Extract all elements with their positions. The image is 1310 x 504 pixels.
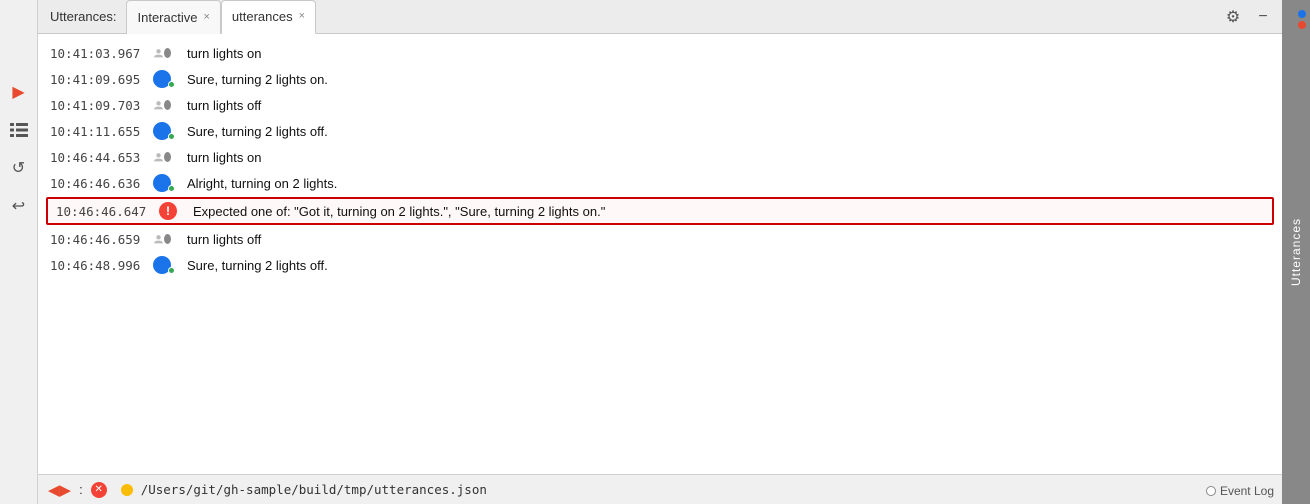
status-dot xyxy=(121,484,133,496)
list-row: 10:41:03.967 turn lights on xyxy=(38,40,1282,66)
message: Alright, turning on 2 lights. xyxy=(187,176,1270,191)
main-area: Utterances: Interactive × utterances × ⚙… xyxy=(38,0,1282,504)
avatar-area: ! xyxy=(159,202,185,220)
tab-interactive-label: Interactive xyxy=(137,10,197,25)
status-colon: : xyxy=(79,482,83,497)
timestamp: 10:41:09.703 xyxy=(50,98,145,113)
message: turn lights on xyxy=(187,46,1270,61)
refresh-icon[interactable]: ↺ xyxy=(7,156,31,180)
left-sidebar: ▶ ↺ ↩ xyxy=(0,0,38,504)
avatar-area xyxy=(153,96,179,114)
settings-icon[interactable]: ⚙ xyxy=(1222,6,1244,28)
list-row: 10:46:48.996 Sure, turning 2 lights off. xyxy=(38,252,1282,278)
avatar-area xyxy=(153,174,179,192)
message: Sure, turning 2 lights off. xyxy=(187,258,1270,273)
avatar-bot xyxy=(153,256,175,274)
avatar xyxy=(153,148,171,166)
avatar-area xyxy=(153,230,179,248)
avatar-area xyxy=(153,44,179,62)
event-log-circle xyxy=(1206,486,1216,496)
status-play-icon: ◀▶ xyxy=(48,481,71,499)
event-log-label: Event Log xyxy=(1220,484,1274,498)
list-row: 10:46:44.653 turn lights on xyxy=(38,144,1282,170)
message: turn lights off xyxy=(187,232,1270,247)
timestamp: 10:41:09.695 xyxy=(50,72,145,87)
tab-bar: Utterances: Interactive × utterances × ⚙… xyxy=(38,0,1282,34)
avatar xyxy=(153,44,171,62)
avatar-area xyxy=(153,70,179,88)
list-row: 10:46:46.659 turn lights off xyxy=(38,226,1282,252)
right-sidebar-label: Utterances xyxy=(1289,218,1303,286)
status-bar: ◀▶ : /Users/git/gh-sample/build/tmp/utte… xyxy=(38,474,1282,504)
message: Sure, turning 2 lights on. xyxy=(187,72,1270,87)
tab-interactive[interactable]: Interactive × xyxy=(126,0,220,34)
tab-utterances-close[interactable]: × xyxy=(299,11,305,22)
list-row: 10:41:09.695 Sure, turning 2 lights on. xyxy=(38,66,1282,92)
avatar-area xyxy=(153,256,179,274)
tab-utterances[interactable]: utterances × xyxy=(221,0,316,34)
avatar-area xyxy=(153,122,179,140)
undo-icon[interactable]: ↩ xyxy=(7,194,31,218)
message: turn lights on xyxy=(187,150,1270,165)
tab-bar-actions: ⚙ − xyxy=(1222,6,1282,28)
status-error-icon xyxy=(91,482,107,498)
avatar-bot xyxy=(153,122,175,140)
right-sidebar-dots xyxy=(1298,10,1306,29)
avatar xyxy=(153,96,171,114)
timestamp: 10:46:48.996 xyxy=(50,258,145,273)
content-list: 10:41:03.967 turn lights on 10:41:09.695 S… xyxy=(38,34,1282,474)
tab-interactive-close[interactable]: × xyxy=(203,12,209,23)
message: Expected one of: "Got it, turning on 2 l… xyxy=(193,204,1264,219)
avatar-bot xyxy=(153,174,175,192)
list-icon[interactable] xyxy=(7,118,31,142)
play-icon[interactable]: ▶ xyxy=(7,80,31,104)
list-row: 10:46:46.636 Alright, turning on 2 lights… xyxy=(38,170,1282,196)
event-log-area[interactable]: Event Log xyxy=(1206,484,1274,498)
timestamp: 10:46:46.659 xyxy=(50,232,145,247)
avatar xyxy=(153,230,171,248)
right-sidebar: Utterances xyxy=(1282,0,1310,504)
timestamp: 10:46:46.636 xyxy=(50,176,145,191)
dot-blue xyxy=(1298,10,1306,18)
dot-red xyxy=(1298,21,1306,29)
message: turn lights off xyxy=(187,98,1270,113)
avatar-area xyxy=(153,148,179,166)
minimize-icon[interactable]: − xyxy=(1252,6,1274,28)
message: Sure, turning 2 lights off. xyxy=(187,124,1270,139)
timestamp: 10:46:44.653 xyxy=(50,150,145,165)
list-row: 10:46:46.647! Expected one of: "Got it, t… xyxy=(46,197,1274,225)
tab-utterances-label: utterances xyxy=(232,9,293,24)
avatar-bot xyxy=(153,70,175,88)
list-row: 10:41:11.655 Sure, turning 2 lights off. xyxy=(38,118,1282,144)
list-row: 10:41:09.703 turn lights off xyxy=(38,92,1282,118)
timestamp: 10:41:03.967 xyxy=(50,46,145,61)
status-path: /Users/git/gh-sample/build/tmp/utterance… xyxy=(141,482,487,497)
error-icon: ! xyxy=(159,202,177,220)
timestamp: 10:46:46.647 xyxy=(56,204,151,219)
tabs-label: Utterances: xyxy=(46,9,126,24)
timestamp: 10:41:11.655 xyxy=(50,124,145,139)
